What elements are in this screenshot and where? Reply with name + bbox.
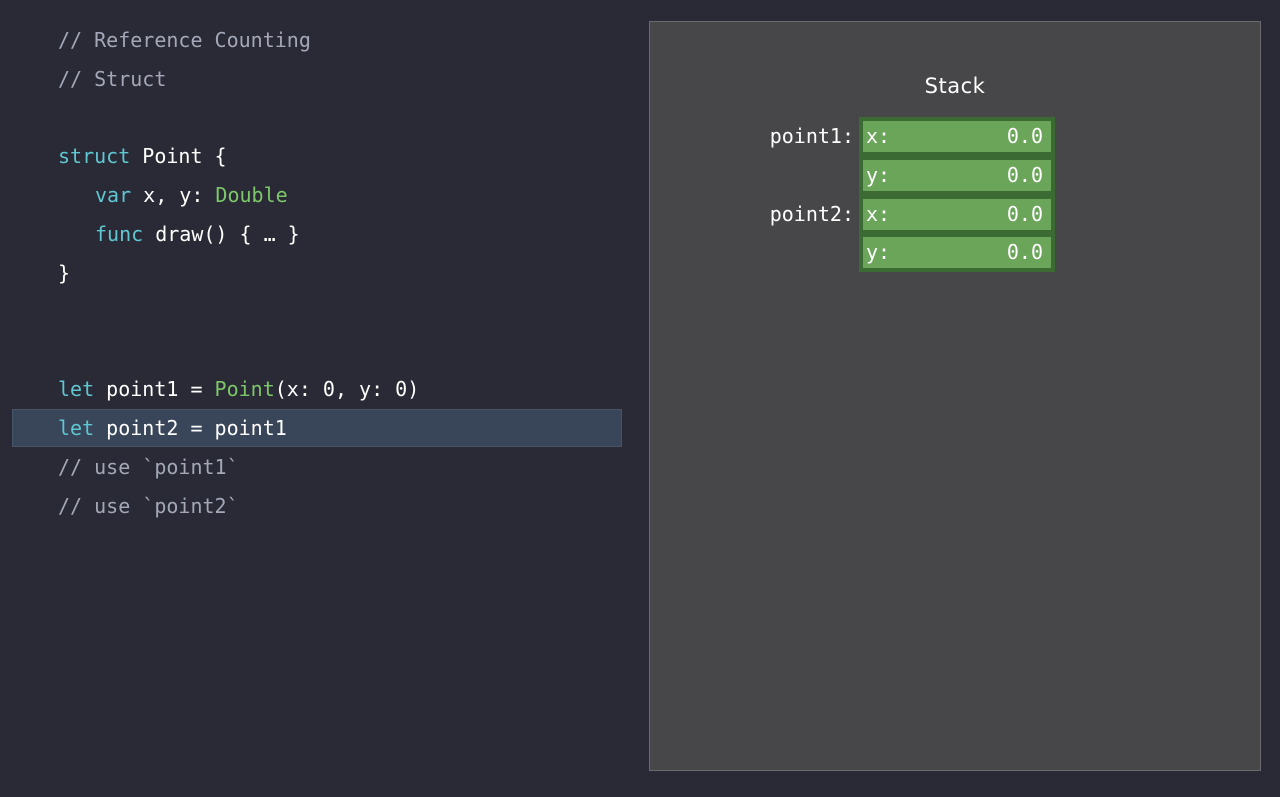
code-token-plain: Point { bbox=[130, 144, 227, 169]
code-line[interactable]: } bbox=[0, 254, 640, 293]
code-line-text: // use `point2` bbox=[58, 487, 239, 526]
code-token-comment: // Reference Counting bbox=[58, 28, 311, 52]
code-line-text: // Struct bbox=[58, 60, 166, 99]
code-token-keyword: func bbox=[95, 221, 144, 246]
field-value: 0.0 bbox=[1006, 201, 1043, 226]
code-line-text: // use `point1` bbox=[58, 448, 239, 487]
code-token-comment: // Struct bbox=[58, 66, 167, 91]
code-token-keyword: let bbox=[58, 377, 95, 402]
field-value: 0.0 bbox=[1006, 124, 1043, 148]
variable-label: point2: bbox=[769, 201, 854, 226]
code-line[interactable]: // use `point1` bbox=[0, 448, 640, 487]
code-line[interactable]: // use `point2` bbox=[0, 487, 640, 526]
code-token-plain: x, y: bbox=[131, 183, 216, 208]
code-line[interactable] bbox=[0, 293, 640, 332]
code-line[interactable] bbox=[0, 331, 640, 370]
code-line-text: var x, y: Double bbox=[95, 176, 288, 215]
code-token-keyword: let bbox=[58, 415, 95, 440]
stack-cell-body: x: 0.0 bbox=[863, 121, 1051, 152]
code-token-plain: point1 = bbox=[94, 377, 215, 402]
code-line-text: let point1 = Point(x: 0, y: 0) bbox=[58, 370, 419, 409]
memory-panel: Stack point1: x: 0.0 y: 0.0 point2: x: 0.0 y: 0.0 bbox=[649, 21, 1261, 771]
stack-cell-body: y: 0.0 bbox=[863, 237, 1051, 269]
field-name: x: bbox=[866, 201, 891, 226]
code-line[interactable]: struct Point { bbox=[0, 137, 640, 176]
stack-cell: y: 0.0 bbox=[859, 233, 1055, 273]
code-token-plain: point2 = point1 bbox=[94, 415, 287, 440]
code-editor: // Reference Counting // Struct struct Poi… bbox=[0, 21, 640, 525]
variable-label: point1: bbox=[769, 124, 854, 148]
code-token-keyword: struct bbox=[58, 144, 131, 169]
field-name: y: bbox=[866, 162, 891, 187]
code-line[interactable]: var x, y: Double bbox=[0, 176, 640, 215]
stack-cell: x: 0.0 bbox=[859, 194, 1055, 234]
code-line-text: } bbox=[58, 254, 70, 293]
field-value: 0.0 bbox=[1006, 162, 1043, 187]
code-line-text: let point2 = point1 bbox=[58, 409, 287, 448]
code-line[interactable]: let point1 = Point(x: 0, y: 0) bbox=[0, 370, 640, 409]
code-token-comment: // use `point1` bbox=[58, 454, 239, 479]
field-name: x: bbox=[866, 124, 891, 148]
code-token-plain: draw() { … } bbox=[143, 221, 300, 246]
stack-cell-body: x: 0.0 bbox=[863, 198, 1051, 230]
stack-cell: x: 0.0 bbox=[859, 117, 1055, 156]
code-token-plain: (x: 0, y: 0) bbox=[274, 377, 420, 402]
code-token-type: Double bbox=[215, 183, 288, 208]
code-line[interactable]: func draw() { … } bbox=[0, 215, 640, 254]
code-line-highlighted[interactable]: let point2 = point1 bbox=[0, 408, 640, 448]
code-token-comment: // use `point2` bbox=[58, 493, 239, 518]
code-token-type: Point bbox=[214, 377, 275, 402]
code-token-keyword: var bbox=[95, 183, 132, 208]
code-token-plain: } bbox=[58, 260, 71, 285]
stack-cell-body: y: 0.0 bbox=[863, 159, 1051, 191]
field-value: 0.0 bbox=[1006, 240, 1043, 265]
code-line-text: // Reference Counting bbox=[58, 21, 311, 60]
code-line-text: func draw() { … } bbox=[95, 215, 300, 254]
code-line[interactable] bbox=[0, 99, 640, 138]
stack-title: Stack bbox=[924, 74, 986, 98]
code-line-text: struct Point { bbox=[58, 137, 227, 176]
field-name: y: bbox=[866, 240, 891, 265]
code-line[interactable]: // Reference Counting bbox=[0, 21, 640, 60]
stack-cell: y: 0.0 bbox=[859, 155, 1055, 195]
code-line[interactable]: // Struct bbox=[0, 60, 640, 99]
